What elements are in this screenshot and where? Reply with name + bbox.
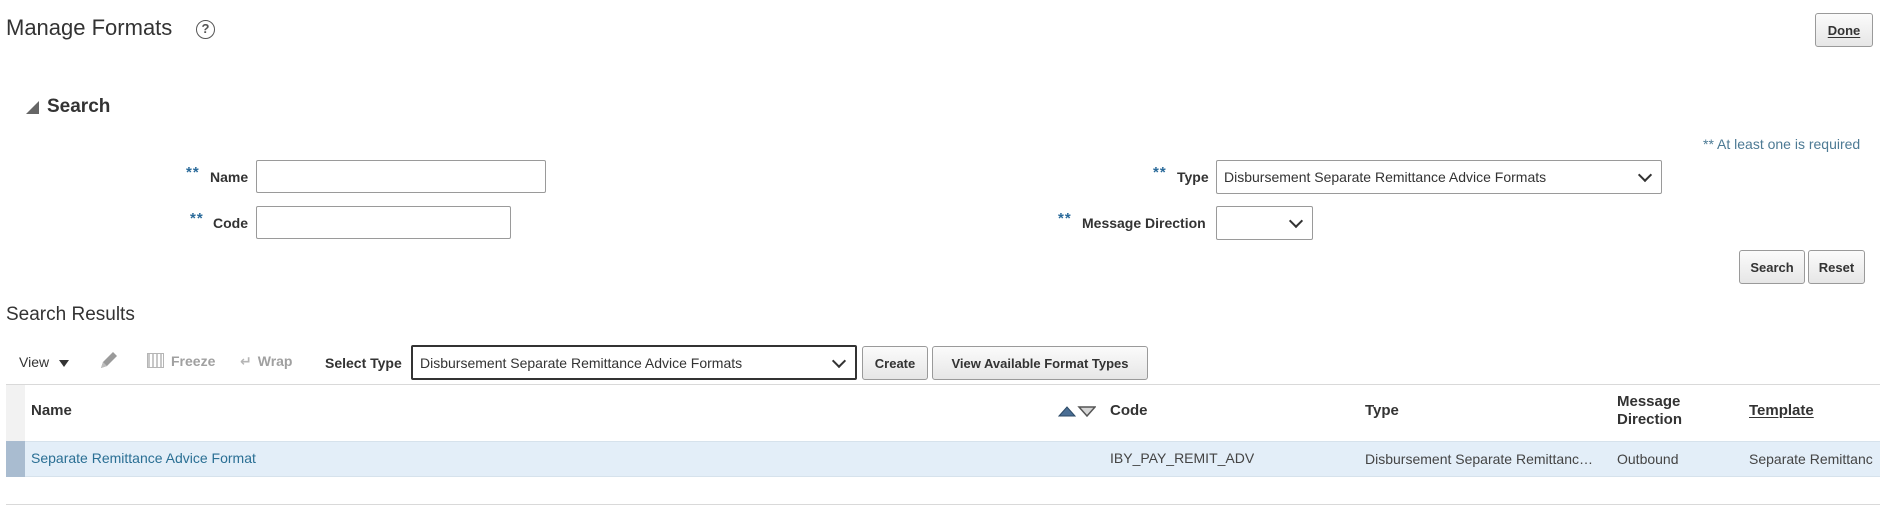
required-marker: ** <box>1153 164 1167 181</box>
column-header-code[interactable]: Code <box>1110 402 1148 420</box>
search-section-header[interactable]: Search <box>47 96 110 118</box>
code-input[interactable] <box>256 206 511 239</box>
freeze-button[interactable]: Freeze <box>147 353 215 369</box>
row-header-column <box>6 385 25 441</box>
sort-ascending-icon <box>1057 406 1077 417</box>
cell-code: IBY_PAY_REMIT_ADV <box>1110 450 1255 466</box>
help-icon[interactable]: ? <box>196 20 215 39</box>
code-label: Code <box>213 215 248 231</box>
type-label: Type <box>1177 169 1209 185</box>
required-marker: ** <box>1058 210 1072 227</box>
column-header-type[interactable]: Type <box>1365 402 1399 420</box>
message-direction-label: Message Direction <box>1082 215 1206 231</box>
search-button[interactable]: Search <box>1739 250 1805 284</box>
view-menu[interactable]: View <box>19 354 69 370</box>
page-title: Manage Formats <box>6 15 173 40</box>
select-type-value: Disbursement Separate Remittance Advice … <box>420 354 743 371</box>
table-bottom-border <box>6 504 1880 505</box>
create-button[interactable]: Create <box>862 346 928 380</box>
cell-name-link[interactable]: Separate Remittance Advice Format <box>31 450 256 466</box>
cell-type: Disbursement Separate Remittanc… <box>1365 451 1593 467</box>
freeze-icon <box>147 353 164 368</box>
caret-down-icon <box>58 359 69 367</box>
reset-button[interactable]: Reset <box>1808 250 1865 284</box>
view-menu-label: View <box>19 354 50 370</box>
wrap-button[interactable]: ↵ Wrap <box>240 353 292 370</box>
chevron-down-icon <box>1637 167 1653 183</box>
name-label: Name <box>210 169 249 185</box>
select-type-label: Select Type <box>325 355 402 371</box>
cell-direction: Outbound <box>1617 451 1679 467</box>
table-top-border <box>6 384 1880 385</box>
view-available-format-types-button[interactable]: View Available Format Types <box>932 346 1148 380</box>
column-header-message-direction-line1: Message <box>1617 393 1681 410</box>
column-header-name[interactable]: Name <box>31 402 72 420</box>
type-select-value: Disbursement Separate Remittance Advice … <box>1224 169 1547 185</box>
column-header-message-direction[interactable]: Message Direction <box>1617 393 1682 429</box>
required-marker: ** <box>190 210 204 227</box>
search-results-title: Search Results <box>6 304 135 325</box>
pencil-icon[interactable] <box>97 350 121 372</box>
type-select[interactable]: Disbursement Separate Remittance Advice … <box>1216 160 1662 194</box>
sort-descending-icon <box>1077 406 1097 418</box>
select-type-dropdown[interactable]: Disbursement Separate Remittance Advice … <box>411 345 857 380</box>
freeze-label: Freeze <box>171 353 216 369</box>
chevron-down-icon <box>831 353 847 368</box>
message-direction-select[interactable] <box>1216 206 1313 240</box>
collapse-triangle-icon[interactable] <box>26 101 39 114</box>
column-header-template[interactable]: Template <box>1749 402 1814 420</box>
cell-template: Separate Remittanc <box>1749 451 1873 467</box>
chevron-down-icon <box>1288 213 1304 229</box>
done-button[interactable]: Done <box>1815 13 1873 47</box>
wrap-icon: ↵ <box>240 353 252 369</box>
column-header-message-direction-line2: Direction <box>1617 411 1683 428</box>
required-note: ** At least one is required <box>1703 136 1861 152</box>
required-marker: ** <box>186 164 200 181</box>
name-input[interactable] <box>256 160 546 193</box>
row-selection-indicator[interactable] <box>6 441 25 477</box>
wrap-label: Wrap <box>257 353 293 369</box>
sort-controls[interactable] <box>1057 404 1097 418</box>
